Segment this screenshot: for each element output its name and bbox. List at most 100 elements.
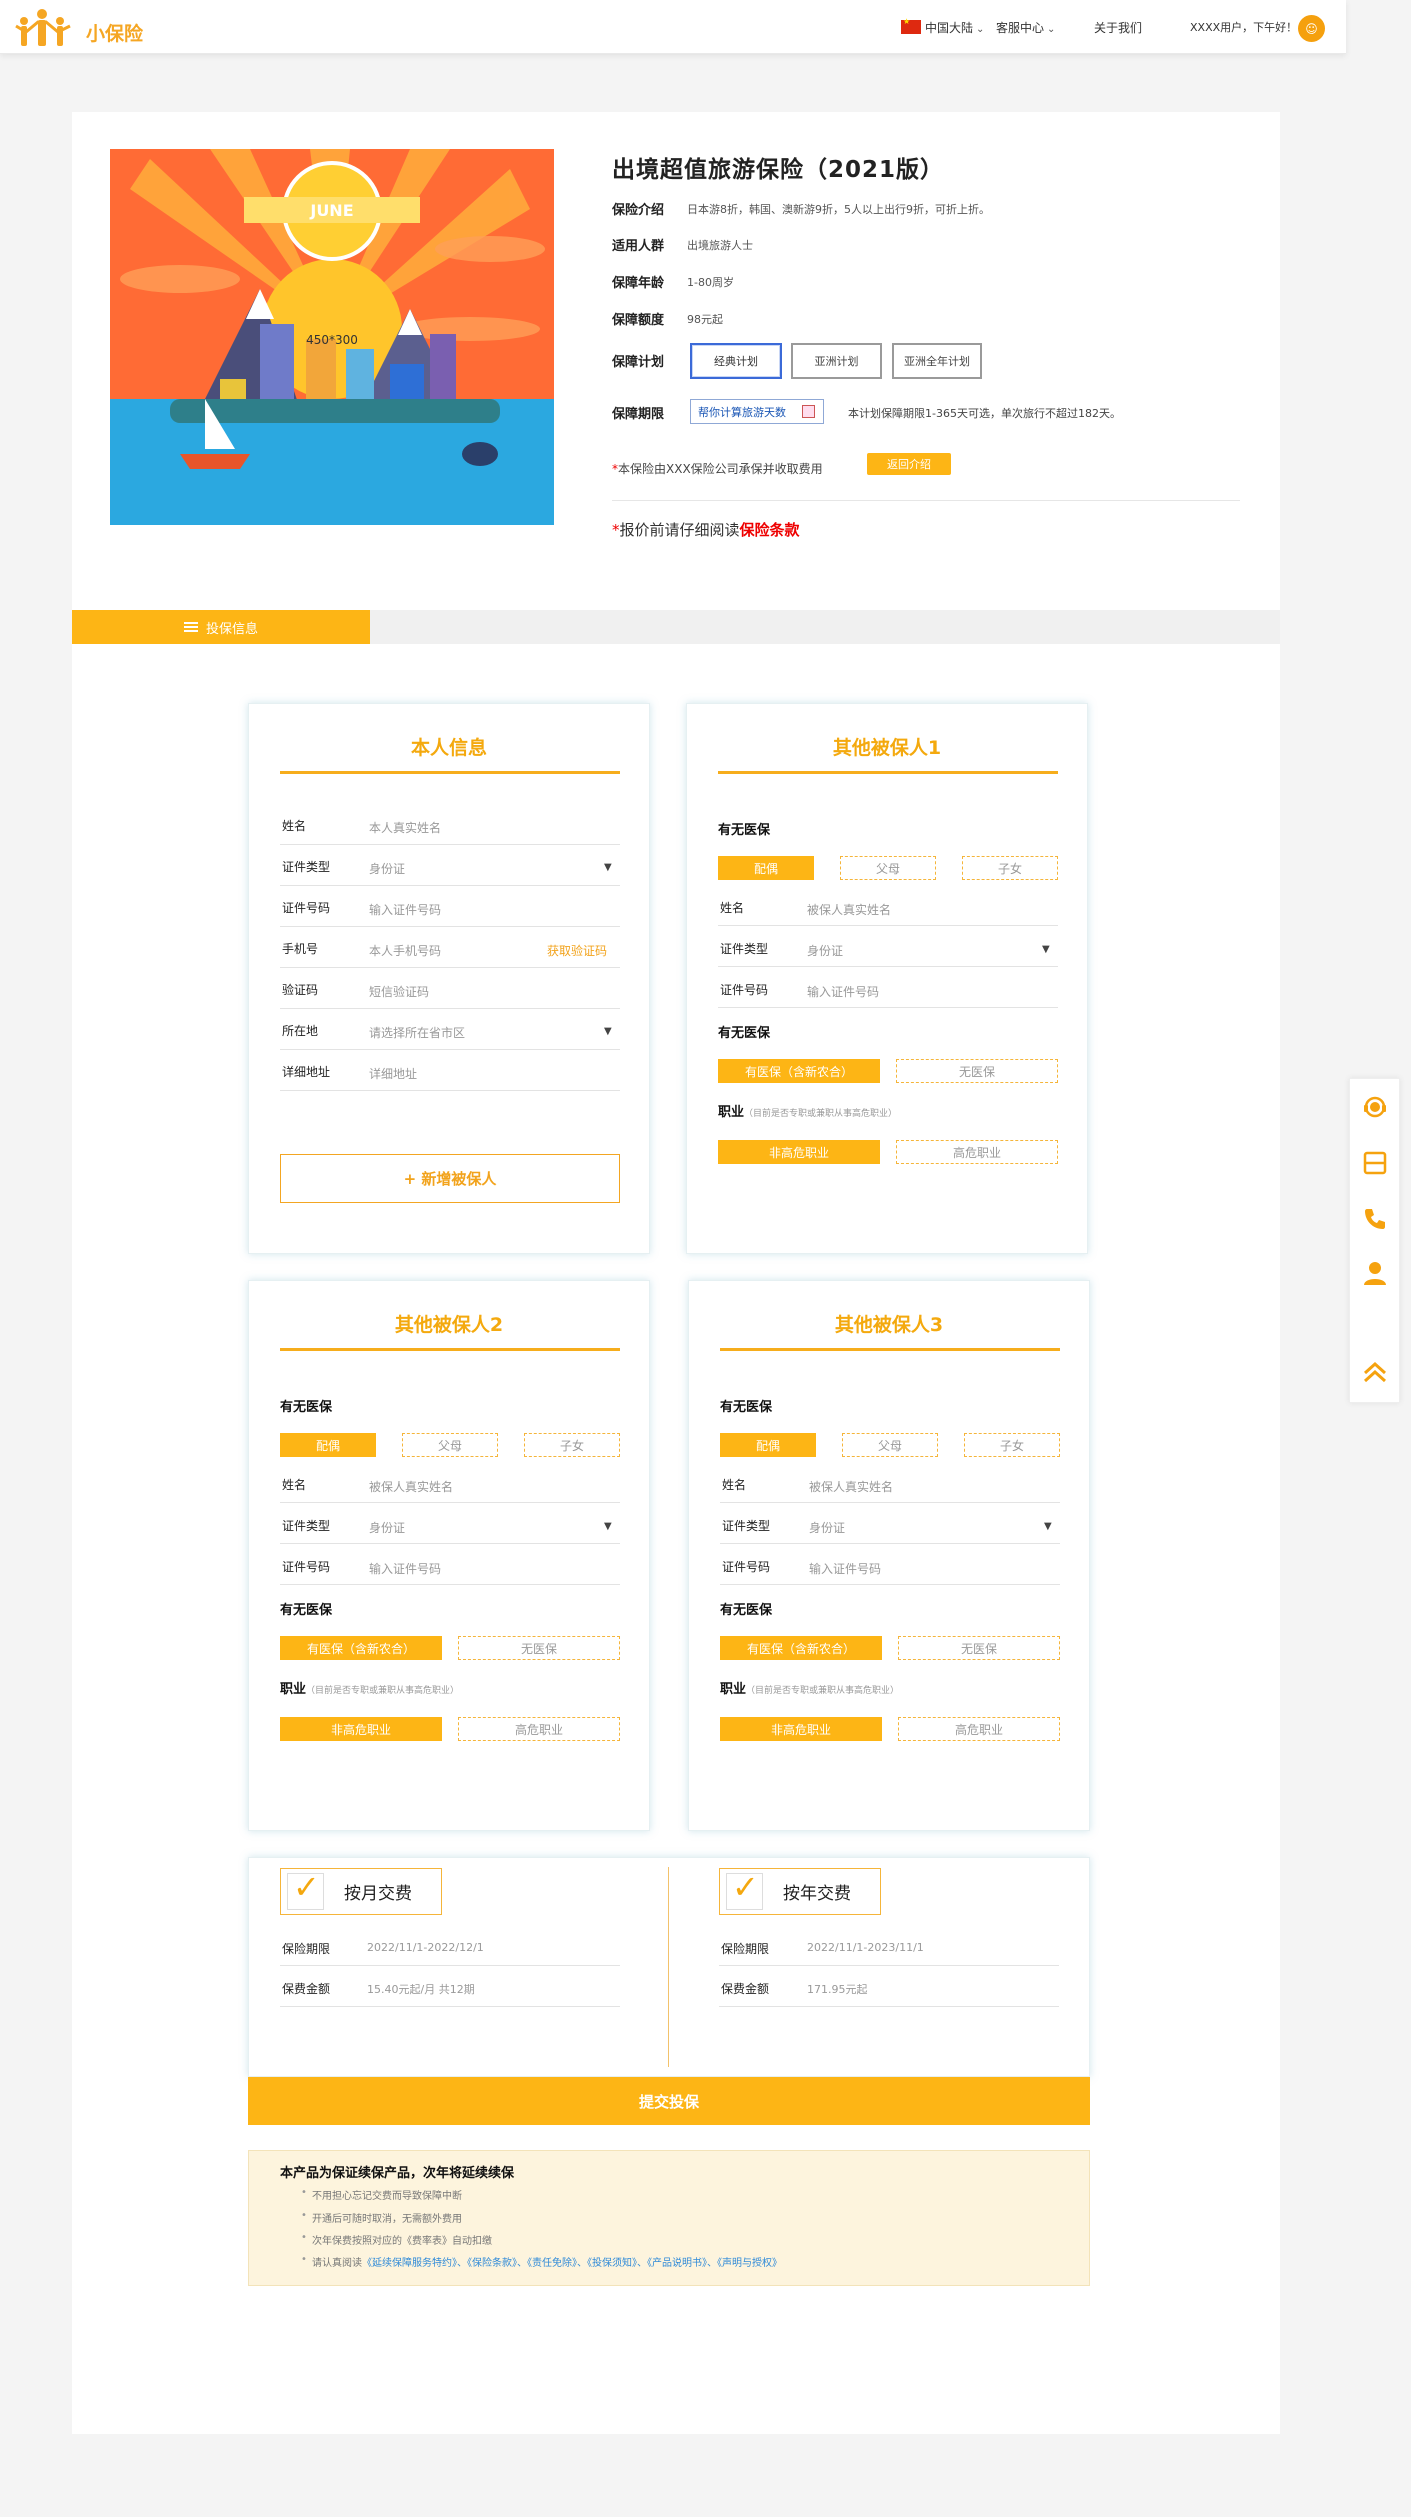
job-normal-option[interactable]: 非高危职业 (718, 1140, 880, 1164)
field-input[interactable]: 身份证 (369, 1519, 405, 1536)
field-input[interactable]: 本人真实姓名 (369, 819, 441, 836)
tab-label: 投保信息 (205, 621, 258, 637)
field-input[interactable]: 身份证 (369, 860, 405, 877)
user-greeting[interactable]: XXXX用户，下午好！ (1190, 19, 1297, 35)
notice-item: 请认真阅读《延续保障服务特约》、《保险条款》、《责任免除》、《投保须知》、《产品… (301, 2254, 782, 2269)
field-rule (719, 1965, 1059, 1966)
field-input[interactable]: 短信验证码 (369, 983, 429, 1000)
medical-yes-option[interactable]: 有医保（含新农合） (280, 1636, 442, 1660)
medical-yes-option[interactable]: 有医保（含新农合） (720, 1636, 882, 1660)
checkbox-icon (287, 1868, 324, 1910)
service-label: 客服中心 (996, 21, 1045, 35)
terms-links[interactable]: 《延续保障服务特约》、《保险条款》、《责任免除》、《投保须知》、《产品说明书》、… (362, 2258, 782, 2269)
medical-heading: 有无医保 (280, 1603, 333, 1618)
field-input[interactable]: 身份证 (807, 942, 843, 959)
relation-heading: 有无医保 (718, 823, 771, 838)
submit-button[interactable]: 提交投保 (248, 2077, 1090, 2125)
field-input[interactable]: 被保人真实姓名 (809, 1478, 893, 1495)
product-title: 出境超值旅游保险（2021版） (612, 157, 945, 183)
payment-divider (668, 1867, 669, 2067)
title-underline (280, 771, 620, 774)
field-rule (718, 925, 1058, 926)
relation-option[interactable]: 父母 (840, 856, 936, 880)
region-select[interactable]: 中国大陆 ⌄ (925, 19, 984, 36)
headset-icon[interactable] (1360, 1092, 1390, 1122)
field-input[interactable]: 输入证件号码 (809, 1560, 881, 1577)
relation-option[interactable]: 子女 (962, 856, 1058, 880)
field-rule (718, 966, 1058, 967)
field-input[interactable]: 详细地址 (369, 1065, 417, 1082)
field-label: 姓名 (282, 819, 307, 833)
field-input[interactable]: 请选择所在省市区 (369, 1024, 465, 1041)
field-label: 验证码 (282, 983, 319, 997)
audience-label: 适用人群 (612, 239, 665, 254)
caret-down-icon[interactable]: ▼ (604, 1521, 612, 1532)
job-risky-option[interactable]: 高危职业 (458, 1717, 620, 1741)
yearly-pay-option[interactable]: 按年交费 (719, 1868, 881, 1915)
cashier-icon[interactable] (1360, 1148, 1390, 1178)
monthly-fee-label: 保费金额 (282, 1982, 331, 1996)
relation-option[interactable]: 子女 (964, 1433, 1060, 1457)
intro-value: 日本游8折，韩国、澳新游9折，5人以上出行9折，可折上折。 (687, 203, 990, 216)
field-input[interactable]: 输入证件号码 (807, 983, 879, 1000)
field-input[interactable]: 本人手机号码 (369, 942, 441, 959)
user-icon[interactable] (1360, 1258, 1390, 1288)
relation-option[interactable]: 父母 (402, 1433, 498, 1457)
back-to-intro-button[interactable]: 返回介绍 (867, 453, 951, 475)
plan-classic-button[interactable]: 经典计划 (690, 343, 782, 379)
checkbox-icon (726, 1868, 763, 1910)
field-input[interactable]: 被保人真实姓名 (807, 901, 891, 918)
field-label: 证件类型 (720, 942, 769, 956)
job-normal-option[interactable]: 非高危职业 (280, 1717, 442, 1741)
about-link[interactable]: 关于我们 (1094, 19, 1142, 36)
plan-asia-annual-button[interactable]: 亚洲全年计划 (892, 343, 982, 379)
caret-down-icon[interactable]: ▼ (1042, 944, 1050, 955)
title-underline (718, 771, 1058, 774)
medical-yes-option[interactable]: 有医保（含新农合） (718, 1059, 880, 1083)
field-input[interactable]: 输入证件号码 (369, 1560, 441, 1577)
caret-down-icon[interactable]: ▼ (604, 1026, 612, 1037)
field-input[interactable]: 输入证件号码 (369, 901, 441, 918)
field-input[interactable]: 身份证 (809, 1519, 845, 1536)
field-rule (280, 1965, 620, 1966)
job-risky-option[interactable]: 高危职业 (898, 1717, 1060, 1741)
calc-days-button[interactable]: 帮你计算旅游天数 (690, 399, 824, 424)
monthly-pay-option[interactable]: 按月交费 (280, 1868, 442, 1915)
field-rule (280, 926, 620, 927)
monthly-period-label: 保险期限 (282, 1942, 331, 1956)
relation-option[interactable]: 配偶 (280, 1433, 376, 1457)
medical-no-option[interactable]: 无医保 (898, 1636, 1060, 1660)
coverage-label: 保障额度 (612, 313, 665, 328)
job-heading: 职业（目前是否专职或兼职从事高危职业） (720, 1682, 900, 1697)
back-to-top-icon[interactable] (1360, 1357, 1390, 1387)
relation-option[interactable]: 父母 (842, 1433, 938, 1457)
field-rule (280, 1090, 620, 1091)
image-badge-text: JUNE (309, 201, 353, 220)
caret-down-icon[interactable]: ▼ (1044, 1521, 1052, 1532)
field-rule (280, 1584, 620, 1585)
plan-asia-button[interactable]: 亚洲计划 (791, 343, 882, 379)
field-input[interactable]: 被保人真实姓名 (369, 1478, 453, 1495)
relation-option[interactable]: 配偶 (720, 1433, 816, 1457)
caret-down-icon[interactable]: ▼ (604, 862, 612, 873)
field-rule (280, 1008, 620, 1009)
medical-no-option[interactable]: 无医保 (896, 1059, 1058, 1083)
yearly-period-value: 2022/11/1-2023/11/1 (807, 1941, 924, 1954)
phone-icon[interactable] (1360, 1204, 1390, 1234)
terms-link[interactable]: 保险条款 (740, 521, 800, 539)
avatar[interactable]: ☺ (1298, 15, 1325, 42)
job-risky-option[interactable]: 高危职业 (896, 1140, 1058, 1164)
relation-option[interactable]: 配偶 (718, 856, 814, 880)
get-code-link[interactable]: 获取验证码 (547, 942, 607, 959)
medical-no-option[interactable]: 无医保 (458, 1636, 620, 1660)
field-rule (280, 885, 620, 886)
relation-option[interactable]: 子女 (524, 1433, 620, 1457)
brand-name[interactable]: 小保险 (86, 19, 143, 46)
self-card-title: 本人信息 (410, 737, 487, 759)
relation-heading: 有无医保 (720, 1400, 773, 1415)
tab-insure-info[interactable]: 投保信息 (72, 610, 370, 644)
logo-icon[interactable] (14, 8, 78, 48)
service-center-menu[interactable]: 客服中心 ⌄ (996, 19, 1055, 36)
add-insured-button[interactable]: + 新增被保人 (280, 1154, 620, 1203)
job-normal-option[interactable]: 非高危职业 (720, 1717, 882, 1741)
